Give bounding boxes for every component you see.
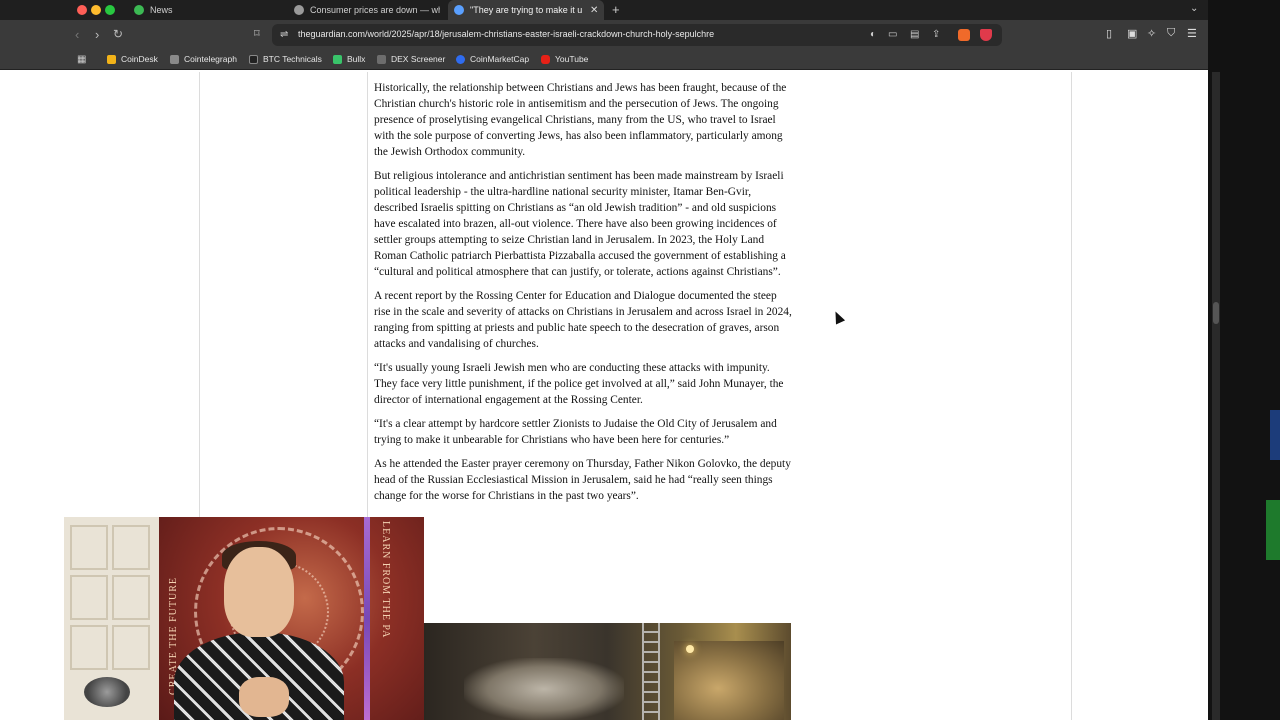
bookmark-btc-technicals[interactable]: BTC Technicals bbox=[249, 54, 322, 64]
bookmark-bullx[interactable]: Bullx bbox=[333, 54, 365, 64]
rewards-icon[interactable] bbox=[980, 29, 992, 41]
article-body: Historically, the relationship between C… bbox=[374, 80, 794, 512]
tab-news[interactable]: News bbox=[132, 0, 282, 20]
bookmark-icon[interactable]: ⌑ bbox=[254, 27, 260, 40]
browser-window: News Consumer prices are down — wh "They… bbox=[0, 0, 1208, 720]
close-window-button[interactable] bbox=[77, 5, 87, 15]
guardian-favicon-icon bbox=[454, 5, 464, 15]
scrollbar-thumb[interactable] bbox=[1213, 302, 1219, 324]
article-photo bbox=[424, 623, 791, 720]
desktop-background bbox=[1208, 0, 1280, 720]
tab-guardian-article[interactable]: "They are trying to make it ur ✕ bbox=[448, 0, 604, 20]
chevron-down-icon[interactable]: ⌄ bbox=[1190, 3, 1198, 14]
wallet-icon[interactable]: ▣ bbox=[1127, 27, 1137, 40]
lamp-image-region bbox=[686, 645, 694, 653]
toolbar: ‹ › ↻ ⌑ ⇌ theguardian.com/world/2025/apr… bbox=[0, 20, 1208, 50]
dexscreener-icon bbox=[377, 54, 386, 64]
bookmark-coindesk[interactable]: CoinDesk bbox=[107, 54, 158, 64]
article-paragraph: A recent report by the Rossing Center fo… bbox=[374, 290, 792, 350]
tab-label: News bbox=[150, 5, 173, 15]
microphone-icon bbox=[84, 677, 130, 707]
new-tab-button[interactable]: + bbox=[612, 2, 620, 17]
page-tools-icon[interactable]: ▤ bbox=[910, 29, 919, 40]
bookmark-youtube[interactable]: YouTube bbox=[541, 54, 588, 64]
menu-icon[interactable]: ☰ bbox=[1187, 27, 1197, 40]
page-scrollbar[interactable] bbox=[1212, 72, 1220, 720]
tapestry-text-right: LEARN FROM THE PA bbox=[380, 521, 391, 639]
screenshot-icon[interactable]: ▭ bbox=[888, 29, 897, 40]
zoom-window-button[interactable] bbox=[105, 5, 115, 15]
back-icon[interactable]: ‹ bbox=[75, 27, 79, 42]
coinmarketcap-icon bbox=[456, 54, 465, 64]
tab-consumer-prices[interactable]: Consumer prices are down — wh bbox=[292, 0, 440, 20]
sidebar-icon[interactable]: ▯ bbox=[1106, 27, 1112, 40]
leo-icon[interactable]: ✧ bbox=[1147, 27, 1156, 40]
news-favicon-icon bbox=[134, 5, 144, 15]
reload-icon[interactable]: ↻ bbox=[113, 27, 123, 41]
webcam-overlay: LEARN FROM THE PA CREATE THE FUTURE bbox=[64, 517, 424, 720]
led-light-strip bbox=[364, 517, 370, 720]
site-info-icon[interactable]: ⇌ bbox=[280, 29, 288, 40]
cointelegraph-icon bbox=[170, 54, 179, 64]
minimize-window-button[interactable] bbox=[91, 5, 101, 15]
vpn-icon[interactable]: ⛉ bbox=[1167, 27, 1175, 40]
bookmark-coinmarketcap[interactable]: CoinMarketCap bbox=[456, 54, 529, 64]
page-favicon-icon bbox=[294, 5, 304, 15]
coindesk-icon bbox=[107, 54, 116, 64]
bookmark-cointelegraph[interactable]: Cointelegraph bbox=[170, 54, 237, 64]
forward-icon[interactable]: › bbox=[95, 27, 99, 42]
article-paragraph: As he attended the Easter prayer ceremon… bbox=[374, 458, 791, 502]
presenter-face bbox=[224, 547, 294, 637]
crowd-image-region bbox=[464, 658, 624, 720]
bullx-icon bbox=[333, 54, 342, 64]
url-text[interactable]: theguardian.com/world/2025/apr/18/jerusa… bbox=[298, 29, 714, 39]
tab-bar: News Consumer prices are down — wh "They… bbox=[0, 0, 1208, 20]
youtube-icon bbox=[541, 54, 550, 64]
article-paragraph: “It's usually young Israeli Jewish men w… bbox=[374, 362, 784, 406]
presenter-hands bbox=[239, 677, 289, 717]
apps-grid-icon[interactable]: ▦ bbox=[77, 54, 86, 65]
tradingview-icon bbox=[249, 54, 258, 64]
tab-label: Consumer prices are down — wh bbox=[310, 5, 440, 15]
bookmarks-bar: ▦ CoinDesk Cointelegraph BTC Technicals … bbox=[0, 50, 1208, 70]
article-paragraph: But religious intolerance and antichrist… bbox=[374, 170, 786, 278]
share-icon[interactable]: ⇪ bbox=[932, 29, 940, 40]
desktop-window-edge bbox=[1270, 410, 1280, 460]
brave-shield-icon[interactable] bbox=[958, 29, 970, 41]
ladder-image-region bbox=[642, 623, 660, 720]
tab-label: "They are trying to make it ur bbox=[470, 5, 582, 15]
address-bar[interactable]: ⇌ theguardian.com/world/2025/apr/18/jeru… bbox=[272, 24, 1002, 46]
right-column-divider bbox=[1071, 72, 1072, 720]
reader-icon[interactable]: ◐ bbox=[870, 29, 876, 40]
close-tab-icon[interactable]: ✕ bbox=[590, 5, 598, 16]
desktop-window-edge bbox=[1266, 500, 1280, 560]
bookmark-dex-screener[interactable]: DEX Screener bbox=[377, 54, 445, 64]
article-paragraph: Historically, the relationship between C… bbox=[374, 82, 787, 158]
article-paragraph: “It's a clear attempt by hardcore settle… bbox=[374, 418, 777, 446]
